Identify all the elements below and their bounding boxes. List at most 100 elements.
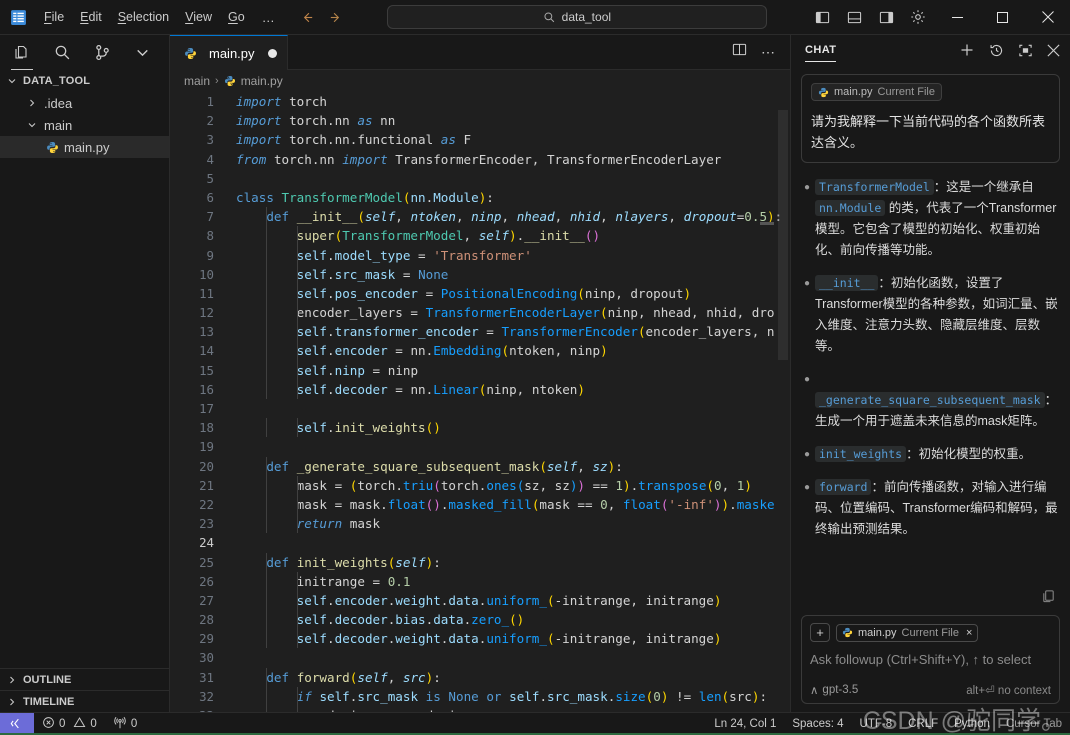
window-close-button[interactable] xyxy=(1025,0,1070,35)
code-text: def _generate_square_subsequent_mask(sel… xyxy=(230,456,790,476)
code-line: 23 return mask xyxy=(170,514,790,534)
model-selector[interactable]: ∧ gpt-3.5 xyxy=(810,683,858,697)
indent-guide xyxy=(296,322,298,342)
code-text: import torch.nn.functional as F xyxy=(236,132,472,148)
tree-item-label: main.py xyxy=(64,139,110,155)
toggle-panel-icon[interactable] xyxy=(839,2,869,32)
title-bar: File Edit Selection View Go … data_tool xyxy=(0,0,1070,35)
tree-item-label: .idea xyxy=(44,95,73,111)
code-text: self.transformer_encoder = TransformerEn… xyxy=(230,322,790,342)
cursor-tab-status[interactable]: Cursor Tab xyxy=(998,713,1070,735)
search-icon[interactable] xyxy=(50,41,74,65)
code-line: 5 xyxy=(170,169,790,188)
arrow-left-icon[interactable] xyxy=(297,6,319,28)
tab-dirty-indicator[interactable] xyxy=(267,48,277,58)
menu-go[interactable]: Go xyxy=(220,6,253,28)
ports-indicator[interactable]: 0 xyxy=(105,713,145,735)
code-line: 24 xyxy=(170,533,790,552)
explorer-root-header[interactable]: DATA_TOOL xyxy=(0,70,169,92)
window-maximize-button[interactable] xyxy=(980,0,1025,35)
tree-item-main-py[interactable]: main.py xyxy=(0,136,169,158)
chat-input-file-chip[interactable]: main.py Current File × xyxy=(836,623,979,642)
close-chat-icon[interactable] xyxy=(1047,43,1060,62)
chat-header: CHAT xyxy=(791,35,1070,70)
chat-input-box[interactable]: + main.py Current File × Ask followup (C… xyxy=(801,615,1060,704)
code-text: import torch.nn as nn xyxy=(236,113,396,129)
split-editor-icon[interactable] xyxy=(732,42,747,62)
quick-open-search[interactable]: data_tool xyxy=(386,5,767,29)
menu-file[interactable]: File xyxy=(36,6,72,28)
code-line: 20 def _generate_square_subsequent_mask(… xyxy=(170,456,790,476)
scrollbar-thumb[interactable] xyxy=(778,110,788,360)
layout-controls xyxy=(807,2,935,32)
chat-followup-input[interactable]: Ask followup (Ctrl+Shift+Y), ↑ to select xyxy=(810,652,1051,667)
copy-icon[interactable] xyxy=(1041,589,1056,609)
line-number: 20 xyxy=(199,458,214,474)
indent-guide xyxy=(296,514,298,534)
inline-code: _generate_square_subsequent_mask xyxy=(815,391,1045,408)
code-text: class TransformerModel(nn.Module): xyxy=(236,189,494,205)
tree-item-idea[interactable]: .idea xyxy=(0,92,169,114)
more-actions-icon[interactable]: ⋯ xyxy=(761,44,776,61)
eol-setting[interactable]: CRLF xyxy=(900,713,946,735)
breadcrumb-label: main xyxy=(184,74,211,88)
editor-tab-main-py[interactable]: main.py xyxy=(170,35,288,70)
menu-edit[interactable]: Edit xyxy=(72,6,110,28)
tree-item-main[interactable]: main xyxy=(0,114,169,136)
quick-open-text: data_tool xyxy=(561,10,612,24)
line-number: 26 xyxy=(199,573,214,589)
bullet-text: forward ：前向传播函数，对输入进行编码、位置编码、Transformer编… xyxy=(815,478,1058,536)
maximize-chat-icon[interactable] xyxy=(1018,43,1033,63)
code-line: 6 class TransformerModel(nn.Module): xyxy=(170,188,790,207)
remote-window-icon[interactable] xyxy=(0,712,34,735)
chevron-up-icon: ∧ xyxy=(810,685,819,697)
editor-scrollbar[interactable] xyxy=(776,92,790,712)
indentation-setting[interactable]: Spaces: 4 xyxy=(784,713,851,735)
menu-overflow-button[interactable]: … xyxy=(253,8,285,27)
vscode-window: File Edit Selection View Go … data_tool … xyxy=(0,0,1070,735)
chat-context-chip[interactable]: main.py Current File xyxy=(811,83,942,101)
gear-icon[interactable] xyxy=(903,2,933,32)
line-number: 15 xyxy=(199,362,214,378)
indent-guide xyxy=(296,629,298,649)
cursor-position[interactable]: Ln 24, Col 1 xyxy=(706,713,784,735)
explorer-icon[interactable] xyxy=(10,41,34,70)
arrow-right-icon[interactable] xyxy=(325,6,347,28)
indent-guide xyxy=(266,667,268,687)
code-editor[interactable]: 1 import torch 2 import torch.nn as nn 3 impo… xyxy=(170,92,790,712)
chevron-down-icon[interactable] xyxy=(130,41,154,65)
line-number: 1 xyxy=(206,94,214,109)
breadcrumb-item-main-py[interactable]: main.py xyxy=(224,74,283,88)
sidebar-section-outline[interactable]: OUTLINE xyxy=(0,668,169,690)
search-icon xyxy=(543,11,556,24)
line-number: 7 xyxy=(206,209,214,225)
bullet-marker: ● xyxy=(804,448,811,460)
toggle-primary-sidebar-icon[interactable] xyxy=(807,2,837,32)
breadcrumb-item-main[interactable]: main xyxy=(184,74,210,88)
menu-view[interactable]: View xyxy=(177,6,220,28)
window-minimize-button[interactable] xyxy=(935,0,980,35)
encoding-setting[interactable]: UTF-8 xyxy=(852,713,901,735)
new-chat-icon[interactable] xyxy=(959,42,975,63)
menu-selection[interactable]: Selection xyxy=(110,6,177,28)
source-control-icon[interactable] xyxy=(90,41,114,65)
breadcrumb: main › main.py xyxy=(170,70,790,92)
history-icon[interactable] xyxy=(989,43,1004,63)
indent-guide xyxy=(296,686,298,707)
minimap-marker xyxy=(760,222,774,225)
close-icon[interactable]: × xyxy=(966,627,972,639)
code-lines: 1 import torch 2 import torch.nn as nn 3 impo… xyxy=(170,92,790,712)
bullet-text: __init__ ：初始化函数，设置了Transformer模型的各种参数，如词汇… xyxy=(815,274,1058,353)
line-number: 27 xyxy=(199,592,214,608)
indent-guide xyxy=(296,283,298,304)
toggle-secondary-sidebar-icon[interactable] xyxy=(871,2,901,32)
error-icon xyxy=(42,716,55,732)
problems-indicator[interactable]: 0 0 xyxy=(34,713,105,735)
code-text: self.decoder.weight.data.uniform_(-initr… xyxy=(230,629,790,649)
add-context-button[interactable]: + xyxy=(810,623,830,642)
line-number: 13 xyxy=(199,324,214,340)
indent-guide xyxy=(266,322,268,342)
line-number: 16 xyxy=(199,381,214,397)
sidebar-section-timeline[interactable]: TIMELINE xyxy=(0,690,169,712)
language-mode[interactable]: Python xyxy=(946,713,998,735)
